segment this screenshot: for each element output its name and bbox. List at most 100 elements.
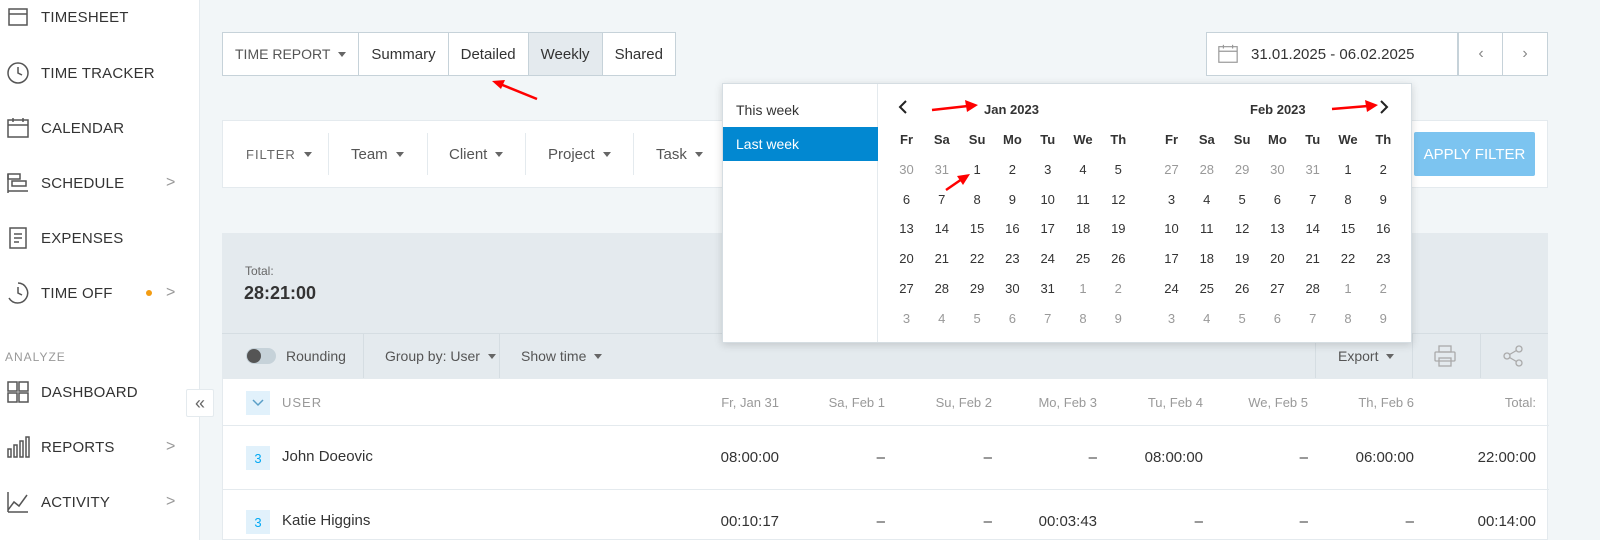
calendar-day[interactable]: 9 bbox=[995, 192, 1030, 207]
calendar-day[interactable]: 3 bbox=[1154, 192, 1189, 207]
tab-weekly[interactable]: Weekly bbox=[528, 33, 603, 75]
sidebar-item-expenses[interactable]: EXPENSES bbox=[0, 218, 200, 258]
calendar-day[interactable]: 16 bbox=[995, 221, 1030, 236]
calendar-day[interactable]: 4 bbox=[1189, 192, 1224, 207]
calendar-day[interactable]: 19 bbox=[1225, 251, 1260, 266]
calendar-day[interactable]: 7 bbox=[1295, 192, 1330, 207]
calendar-day[interactable]: 27 bbox=[889, 281, 924, 296]
sidebar-item-time-tracker[interactable]: TIME TRACKER bbox=[0, 53, 200, 93]
calendar-day[interactable]: 17 bbox=[1154, 251, 1189, 266]
calendar-day[interactable]: 11 bbox=[1189, 221, 1224, 236]
calendar-day[interactable]: 28 bbox=[924, 281, 959, 296]
print-button[interactable] bbox=[1433, 334, 1457, 378]
calendar-day[interactable]: 3 bbox=[1030, 162, 1065, 177]
calendar-day[interactable]: 6 bbox=[1260, 192, 1295, 207]
calendar-day[interactable]: 2 bbox=[995, 162, 1030, 177]
filter-task[interactable]: Task bbox=[656, 121, 703, 187]
calendar-day[interactable]: 17 bbox=[1030, 221, 1065, 236]
calendar-day[interactable]: 5 bbox=[1101, 162, 1136, 177]
calendar-day[interactable]: 21 bbox=[1295, 251, 1330, 266]
calendar-day[interactable]: 10 bbox=[1030, 192, 1065, 207]
report-type-dropdown[interactable]: TIME REPORT bbox=[223, 33, 360, 75]
calendar-day[interactable]: 22 bbox=[960, 251, 995, 266]
calendar-day[interactable]: 24 bbox=[1154, 281, 1189, 296]
filter-dropdown[interactable]: FILTER bbox=[246, 121, 312, 187]
prev-range-button[interactable]: ‹ bbox=[1458, 32, 1504, 76]
range-this-week[interactable]: This week bbox=[723, 93, 878, 127]
calendar-day[interactable]: 6 bbox=[1260, 311, 1295, 326]
calendar-day[interactable]: 13 bbox=[889, 221, 924, 236]
filter-project[interactable]: Project bbox=[548, 121, 611, 187]
calendar-day[interactable]: 7 bbox=[924, 192, 959, 207]
table-row[interactable]: 3 John Doeovic 08:00:00 – – – 08:00:00 –… bbox=[223, 426, 1549, 490]
tab-detailed[interactable]: Detailed bbox=[449, 33, 529, 75]
calendar-day[interactable]: 25 bbox=[1189, 281, 1224, 296]
sidebar-item-reports[interactable]: REPORTS > bbox=[0, 427, 200, 467]
calendar-day[interactable]: 1 bbox=[1331, 281, 1366, 296]
calendar-day[interactable]: 3 bbox=[1154, 311, 1189, 326]
calendar-day[interactable]: 4 bbox=[924, 311, 959, 326]
calendar-day[interactable]: 5 bbox=[960, 311, 995, 326]
filter-team[interactable]: Team bbox=[351, 121, 404, 187]
calendar-day[interactable]: 10 bbox=[1154, 221, 1189, 236]
share-button[interactable] bbox=[1501, 334, 1525, 378]
tab-shared[interactable]: Shared bbox=[603, 33, 675, 75]
show-time-dropdown[interactable]: Show time bbox=[521, 334, 603, 378]
calendar-day[interactable]: 23 bbox=[995, 251, 1030, 266]
sidebar-item-activity[interactable]: ACTIVITY > bbox=[0, 482, 200, 522]
calendar-day[interactable]: 19 bbox=[1101, 221, 1136, 236]
calendar-day[interactable]: 8 bbox=[960, 192, 995, 207]
calendar-day[interactable]: 7 bbox=[1030, 311, 1065, 326]
group-by-dropdown[interactable]: Group by: User bbox=[385, 334, 496, 378]
next-range-button[interactable]: › bbox=[1502, 32, 1548, 76]
calendar-day[interactable]: 15 bbox=[960, 221, 995, 236]
calendar-day[interactable]: 16 bbox=[1366, 221, 1401, 236]
calendar-day[interactable]: 9 bbox=[1366, 192, 1401, 207]
calendar-day[interactable]: 4 bbox=[1189, 311, 1224, 326]
calendar-day[interactable]: 9 bbox=[1366, 311, 1401, 326]
toggle-switch[interactable] bbox=[246, 348, 276, 364]
calendar-day[interactable]: 30 bbox=[995, 281, 1030, 296]
calendar-day[interactable]: 5 bbox=[1225, 192, 1260, 207]
table-row[interactable]: 3 Katie Higgins 00:10:17 – – 00:03:43 – … bbox=[223, 490, 1549, 540]
calendar-day[interactable]: 12 bbox=[1225, 221, 1260, 236]
calendar-day[interactable]: 21 bbox=[924, 251, 959, 266]
calendar-day[interactable]: 13 bbox=[1260, 221, 1295, 236]
calendar-day[interactable]: 27 bbox=[1260, 281, 1295, 296]
expand-all-button[interactable] bbox=[246, 391, 270, 415]
sidebar-item-time-off[interactable]: TIME OFF > bbox=[0, 273, 200, 313]
calendar-day[interactable]: 9 bbox=[1101, 311, 1136, 326]
tab-summary[interactable]: Summary bbox=[359, 33, 449, 75]
calendar-day[interactable]: 24 bbox=[1030, 251, 1065, 266]
calendar-day[interactable]: 8 bbox=[1331, 311, 1366, 326]
sidebar-item-timesheet[interactable]: TIMESHEET bbox=[0, 0, 200, 36]
date-range-picker[interactable]: 31.01.2025 - 06.02.2025 bbox=[1206, 32, 1458, 76]
calendar-day[interactable]: 4 bbox=[1066, 162, 1101, 177]
calendar-day[interactable]: 28 bbox=[1295, 281, 1330, 296]
calendar-day[interactable]: 14 bbox=[1295, 221, 1330, 236]
calendar-day[interactable]: 30 bbox=[1260, 162, 1295, 177]
range-last-week[interactable]: Last week bbox=[723, 127, 878, 161]
calendar-day[interactable]: 30 bbox=[889, 162, 924, 177]
calendar-day[interactable]: 12 bbox=[1101, 192, 1136, 207]
calendar-day[interactable]: 14 bbox=[924, 221, 959, 236]
calendar-day[interactable]: 25 bbox=[1066, 251, 1101, 266]
calendar-day[interactable]: 2 bbox=[1366, 281, 1401, 296]
calendar-day[interactable]: 22 bbox=[1331, 251, 1366, 266]
calendar-day[interactable]: 18 bbox=[1189, 251, 1224, 266]
collapse-sidebar-button[interactable]: « bbox=[186, 389, 214, 417]
sidebar-item-schedule[interactable]: SCHEDULE > bbox=[0, 163, 200, 203]
calendar-day[interactable]: 15 bbox=[1331, 221, 1366, 236]
calendar-day[interactable]: 23 bbox=[1366, 251, 1401, 266]
calendar-day[interactable]: 26 bbox=[1225, 281, 1260, 296]
calendar-day[interactable]: 26 bbox=[1101, 251, 1136, 266]
calendar-day[interactable]: 7 bbox=[1295, 311, 1330, 326]
sidebar-item-calendar[interactable]: CALENDAR bbox=[0, 108, 200, 148]
calendar-day[interactable]: 29 bbox=[960, 281, 995, 296]
calendar-day[interactable]: 27 bbox=[1154, 162, 1189, 177]
prev-month-button[interactable] bbox=[897, 98, 909, 119]
calendar-day[interactable]: 31 bbox=[1295, 162, 1330, 177]
calendar-day[interactable]: 6 bbox=[889, 192, 924, 207]
sidebar-item-dashboard[interactable]: DASHBOARD bbox=[0, 372, 200, 412]
calendar-day[interactable]: 31 bbox=[1030, 281, 1065, 296]
